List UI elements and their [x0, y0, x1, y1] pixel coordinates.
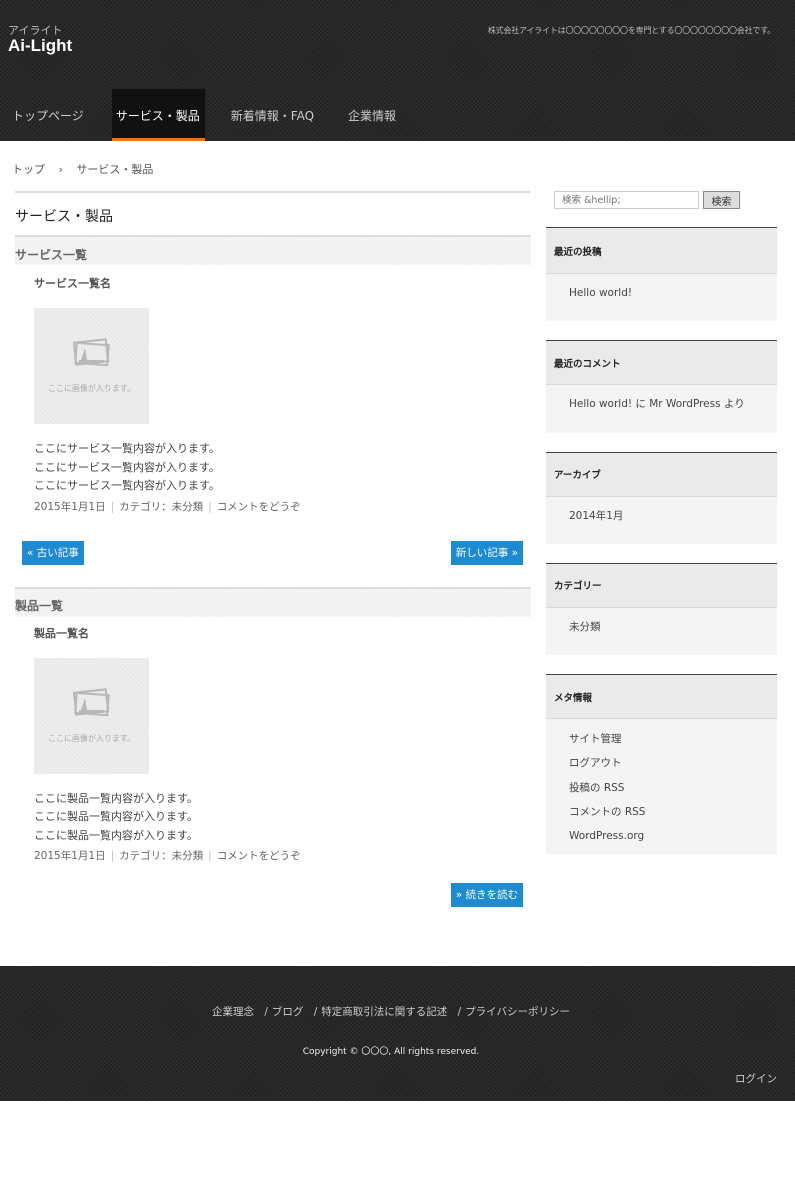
site-header: アイライト Ai-Light 株式会社アイライトは〇〇〇〇〇〇〇〇を専門とする〇… [0, 0, 795, 141]
widget-link[interactable]: 2014年1月 [569, 509, 777, 533]
widget-title: 最近の投稿 [546, 227, 777, 274]
post-line: ここに製品一覧内容が入ります。 [34, 810, 198, 823]
post-meta: 2015年1月1日 | カテゴリ：未分類 | コメントをどうぞ [34, 500, 301, 513]
main-content: サービス・製品 サービス一覧 サービス一覧名 ここに画像が入ります。 ここにサー… [15, 191, 531, 929]
post-comment-link[interactable]: コメントをどうぞ [217, 850, 301, 862]
search-input[interactable] [554, 191, 699, 209]
newer-posts-button[interactable]: 新しい記事 » [450, 540, 523, 565]
widget-meta: メタ情報 サイト管理 ログアウト 投稿の RSS コメントの RSS WordP… [546, 674, 777, 854]
widget-recent-comments: 最近のコメント Hello world! に Mr WordPress より [546, 340, 777, 433]
placeholder-image-text: ここに画像が入ります。 [47, 384, 136, 393]
post-line: ここに製品一覧内容が入ります。 [34, 791, 198, 805]
widget-title: カテゴリー [546, 562, 777, 608]
post-line: ここにサービス一覧内容が入ります。 [34, 460, 220, 474]
site-logo[interactable]: Ai-Light [8, 36, 72, 56]
breadcrumb-separator: › [58, 163, 63, 176]
read-more-row: » 続きを読む [15, 883, 531, 909]
placeholder-image-text: ここに画像が入ります。 [47, 733, 136, 743]
post-services: サービス一覧名 ここに画像が入ります。 ここにサービス一覧内容が入ります。 ここ… [15, 275, 531, 514]
widget-link-wordpress-org[interactable]: WordPress.org [569, 829, 777, 853]
widget-link[interactable]: 未分類 [569, 620, 777, 644]
breadcrumb-home[interactable]: トップ [12, 163, 45, 176]
section-heading-products: 製品一覧 [15, 586, 531, 617]
footer-link-philosophy[interactable]: 企業理念 [212, 1006, 254, 1018]
footer-link-blog[interactable]: ブログ [272, 1006, 304, 1018]
older-posts-button[interactable]: « 古い記事 [22, 540, 84, 565]
image-icon [72, 687, 110, 716]
widget-archives: アーカイブ 2014年1月 [546, 451, 777, 544]
post-line: ここに製品一覧内容が入ります。 [34, 828, 198, 842]
widget-link-logout[interactable]: ログアウト [569, 756, 777, 780]
post-title[interactable]: サービス一覧名 [34, 275, 531, 295]
sidebar: 検索 最近の投稿 Hello world! 最近のコメント Hello worl… [546, 191, 777, 854]
pager: « 古い記事 新しい記事 » [15, 540, 531, 567]
footer-nav-separator: / [313, 1006, 318, 1018]
site-tagline: 株式会社アイライトは〇〇〇〇〇〇〇〇を専門とする〇〇〇〇〇〇〇〇会社です。 [487, 26, 775, 35]
post-title[interactable]: 製品一覧名 [34, 625, 531, 645]
widget-categories: カテゴリー 未分類 [546, 562, 777, 656]
footer-nav-separator: / [457, 1006, 462, 1018]
widget-title: メタ情報 [546, 674, 777, 720]
nav-services-products[interactable]: サービス・製品 [111, 89, 205, 141]
nav-news-faq[interactable]: 新着情報・FAQ [219, 89, 326, 141]
nav-top-page[interactable]: トップページ [0, 89, 96, 141]
breadcrumb-current: サービス・製品 [76, 163, 154, 176]
widget-link-posts-rss[interactable]: 投稿の RSS [569, 781, 777, 805]
post-line: ここにサービス一覧内容が入ります。 [34, 479, 220, 492]
widget-link-site-admin[interactable]: サイト管理 [569, 732, 777, 756]
placeholder-image: ここに画像が入ります。 [34, 308, 149, 424]
footer-link-privacy-policy[interactable]: プライバシーポリシー [465, 1006, 570, 1018]
post-meta: 2015年1月1日 | カテゴリ：未分類 | コメントをどうぞ [34, 850, 301, 862]
copyright: Copyright © 〇〇〇, All rights reserved. [302, 1047, 480, 1057]
widget-title: アーカイブ [546, 451, 777, 497]
breadcrumb: トップ › サービス・製品 [12, 161, 163, 177]
footer-nav-separator: / [264, 1006, 268, 1018]
section-heading-services: サービス一覧 [15, 235, 531, 265]
post-category[interactable]: カテゴリ：未分類 [119, 850, 203, 862]
post-line: ここにサービス一覧内容が入ります。 [34, 442, 220, 455]
read-more-button[interactable]: » 続きを読む [450, 883, 523, 907]
image-icon [72, 338, 110, 367]
post-category[interactable]: カテゴリ：未分類 [119, 501, 203, 513]
search-form: 検索 [554, 191, 777, 209]
nav-company-info[interactable]: 企業情報 [336, 89, 408, 141]
widget-title: 最近のコメント [546, 340, 777, 386]
widget-link[interactable]: Hello world! に Mr WordPress より [569, 397, 777, 421]
site-footer: 企業理念 / ブログ / 特定商取引法に関する記述 / プライバシーポリシー Copy… [0, 966, 795, 1101]
login-link[interactable]: ログイン [735, 1071, 777, 1086]
post-date: 2015年1月1日 [34, 500, 106, 513]
placeholder-image: ここに画像が入ります。 [34, 657, 149, 774]
post-comment-link[interactable]: コメントをどうぞ [217, 501, 301, 513]
global-nav: トップページ サービス・製品 新着情報・FAQ 企業情報 [0, 89, 418, 141]
search-button[interactable]: 検索 [703, 191, 740, 209]
page-title: サービス・製品 [15, 209, 113, 225]
footer-link-commercial-law[interactable]: 特定商取引法に関する記述 [321, 1006, 447, 1018]
post-date: 2015年1月1日 [34, 850, 106, 862]
footer-nav: 企業理念 / ブログ / 特定商取引法に関する記述 / プライバシーポリシー [0, 1004, 782, 1019]
post-products: 製品一覧名 ここに画像が入ります。 ここに製品一覧内容が入ります。 ここに製品一… [15, 625, 531, 864]
widget-link[interactable]: Hello world! [569, 286, 777, 310]
widget-recent-posts: 最近の投稿 Hello world! [546, 227, 777, 322]
widget-link-comments-rss[interactable]: コメントの RSS [569, 805, 777, 829]
